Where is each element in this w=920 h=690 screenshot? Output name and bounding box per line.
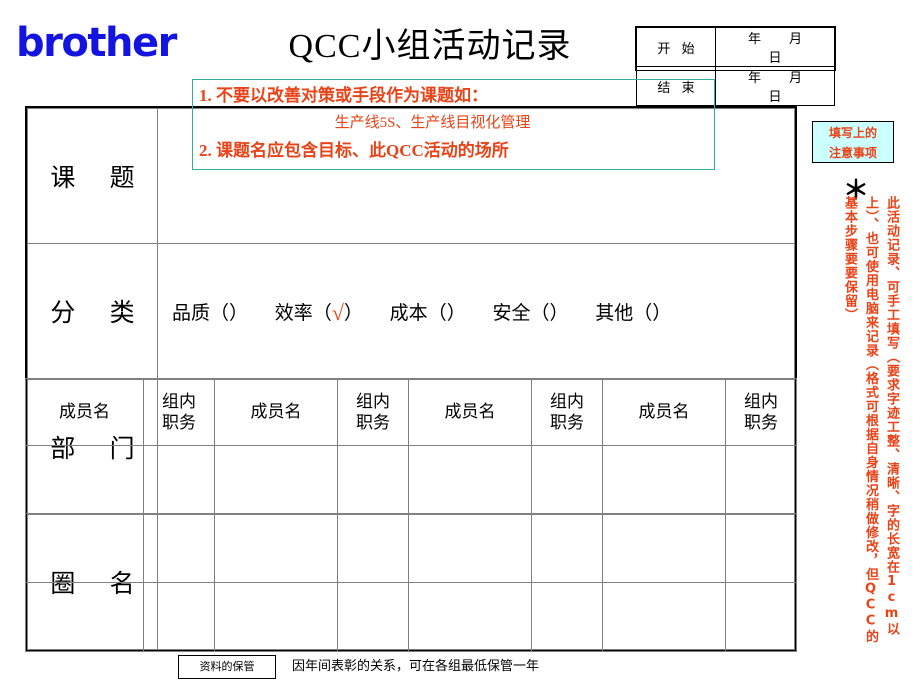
form-label-category: 分 类 — [27, 243, 158, 380]
date-start-fields[interactable]: 年 月日 — [715, 27, 835, 67]
member-header-name-3-line1: 成员名 — [444, 402, 496, 422]
paren-close-4: ） — [652, 302, 672, 324]
category-option-cost[interactable]: 成本（） — [390, 298, 466, 325]
paren-open-2: （ — [427, 302, 447, 324]
topic-guideline-callout: 1. 不要以改善对策或手段作为课题如： 生产线5S、生产线目视化管理 2. 课题… — [192, 79, 715, 170]
paren-open-4: （ — [633, 302, 653, 324]
category-option-cost-label: 成本 — [389, 302, 428, 324]
topic-guideline-line-2: 生产线5S、生产线目视化管理 — [334, 115, 531, 131]
member-header-role-3-line1: 组内 — [550, 391, 584, 411]
checkmark-icon: √ — [331, 299, 344, 325]
member-header-name-2-line1: 成员名 — [250, 402, 302, 422]
category-option-efficiency[interactable]: 效率（√） — [275, 298, 363, 325]
member-cell-name[interactable] — [408, 513, 532, 584]
vertical-notice-text: 此活动记录、可手工填写（要求字迹工整、清晰、字的长宽在1cm以上）、也可使用电脑… — [842, 196, 899, 644]
member-header-name-4: 成员名 — [602, 378, 726, 446]
member-cell-role[interactable] — [725, 513, 797, 584]
category-option-safety-label: 安全 — [492, 302, 531, 324]
member-cell-name[interactable] — [214, 582, 338, 652]
fill-in-notice-box: 填写上的 注意事项 — [812, 121, 894, 163]
member-cell-role[interactable] — [337, 444, 409, 515]
member-header-role-4-line2: 职务 — [744, 412, 778, 432]
topic-guideline-line-1: 1. 不要以改善对策或手段作为课题如： — [199, 86, 488, 105]
member-cell-role[interactable] — [531, 582, 603, 652]
member-header-role-4-line1: 组内 — [744, 391, 778, 411]
category-option-safety[interactable]: 安全（） — [492, 298, 568, 325]
member-cell-role[interactable] — [725, 582, 797, 652]
member-header-role-3-line2: 职务 — [550, 412, 584, 432]
member-cell-role[interactable] — [531, 513, 603, 584]
member-header-role-2-line2: 职务 — [356, 412, 390, 432]
member-cell-name[interactable] — [408, 444, 532, 515]
form-row-category: 分 类 品质（） 效率（√） 成本（） 安全（） 其他（） — [27, 243, 795, 380]
member-cell-name[interactable] — [602, 513, 726, 584]
member-header-role-1-line2: 职务 — [162, 412, 196, 432]
member-cell-name[interactable] — [25, 513, 144, 584]
page-title: QCC小组活动记录 — [288, 28, 572, 65]
member-cell-role[interactable] — [337, 513, 409, 584]
category-option-quality-label: 品质 — [172, 302, 211, 324]
member-cell-role[interactable] — [725, 444, 797, 515]
form-value-category[interactable]: 品质（） 效率（√） 成本（） 安全（） 其他（） — [157, 243, 795, 380]
member-header-role-3: 组内 职务 — [531, 378, 603, 446]
date-end-month: 月 — [789, 70, 803, 85]
date-end-fields[interactable]: 年 月日 — [715, 66, 835, 106]
member-cell-name[interactable] — [214, 513, 338, 584]
member-table-row — [25, 444, 797, 515]
brother-logo-text: brother — [16, 20, 177, 66]
member-cell-name[interactable] — [25, 444, 144, 515]
member-cell-role[interactable] — [143, 444, 215, 515]
date-end-year: 年 — [747, 70, 761, 85]
paren-close-3: ） — [549, 302, 569, 324]
member-header-name-4-line1: 成员名 — [638, 402, 690, 422]
member-header-row: 成员名 组内 职务 成员名 组内 职务 成员名 组内 职务 成员名 组内 职务 — [25, 378, 797, 446]
member-header-role-1-line1: 组内 — [162, 391, 196, 411]
member-header-name-2: 成员名 — [214, 378, 338, 446]
member-cell-name[interactable] — [408, 582, 532, 652]
category-option-quality[interactable]: 品质（） — [172, 298, 248, 325]
form-label-topic: 课 题 — [27, 107, 158, 245]
fill-in-notice-line-1: 填写上的 — [828, 126, 877, 140]
member-header-role-2: 组内 职务 — [337, 378, 409, 446]
member-cell-role[interactable] — [143, 582, 215, 652]
date-start-day: 日 — [768, 50, 782, 65]
topic-guideline-line-3: 2. 课题名应包含目标、此QCC活动的场所 — [199, 141, 509, 160]
paren-close-2: ） — [446, 302, 466, 324]
category-option-efficiency-label: 效率 — [274, 302, 313, 324]
paren-close-1: ） — [343, 302, 363, 324]
member-table-row — [25, 582, 797, 652]
fill-in-notice-line-2: 注意事项 — [828, 146, 877, 160]
category-option-other[interactable]: 其他（） — [595, 298, 671, 325]
date-start-label: 开 始 — [636, 27, 716, 67]
paren-open-3: （ — [530, 302, 550, 324]
activity-date-table: 开 始 年月日 结 束 年月日 — [635, 26, 836, 106]
member-header-role-4: 组内 职务 — [725, 378, 797, 446]
member-header-name-1: 成员名 — [25, 378, 144, 446]
document-retention-text: 因年间表彰的关系，可在各组最低保管一年 — [292, 659, 540, 674]
date-row-start: 开 始 年 月日 — [636, 27, 835, 67]
date-start-month: 月 — [789, 31, 803, 46]
member-header-role-1: 组内 职务 — [143, 378, 215, 446]
member-cell-name[interactable] — [25, 582, 144, 652]
member-cell-role[interactable] — [531, 444, 603, 515]
document-retention-tag: 资料的保管 — [178, 655, 276, 679]
member-cell-name[interactable] — [602, 444, 726, 515]
member-header-name-1-line1: 成员名 — [59, 402, 110, 422]
brother-logo: brother — [16, 18, 196, 68]
member-header-role-2-line1: 组内 — [356, 391, 390, 411]
paren-close-0: ） — [229, 302, 249, 324]
date-start-year: 年 — [747, 31, 761, 46]
member-cell-name[interactable] — [214, 444, 338, 515]
member-table-row — [25, 513, 797, 584]
member-cell-name[interactable] — [602, 582, 726, 652]
paren-open-1: （ — [312, 302, 332, 324]
member-table-wrapper: 成员名 组内 职务 成员名 组内 职务 成员名 组内 职务 成员名 组内 职务 — [25, 378, 797, 652]
category-option-other-label: 其他 — [595, 302, 634, 324]
member-header-name-3: 成员名 — [408, 378, 532, 446]
member-cell-role[interactable] — [143, 513, 215, 584]
member-cell-role[interactable] — [337, 582, 409, 652]
date-end-day: 日 — [768, 89, 782, 104]
paren-open-0: （ — [210, 302, 230, 324]
